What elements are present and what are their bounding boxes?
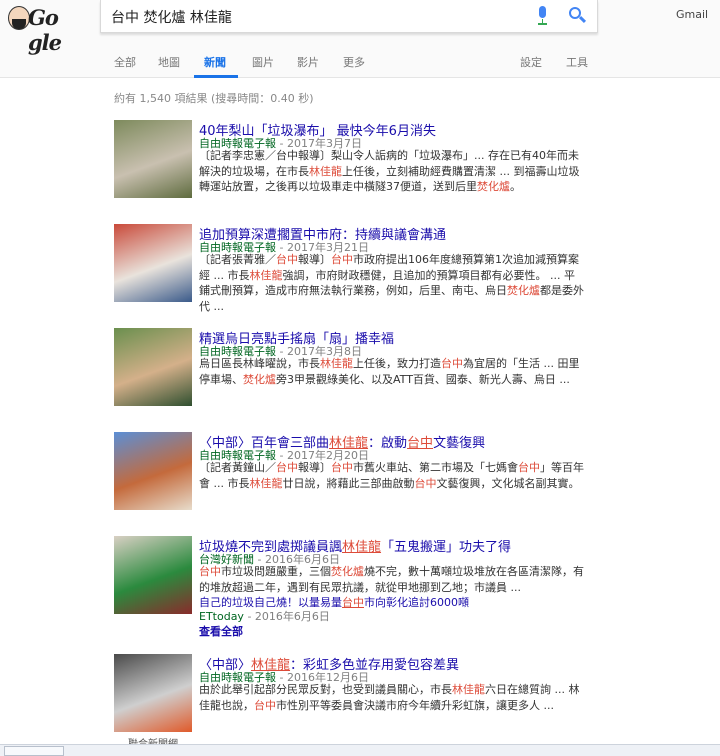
snippet-text: 報導〕 (298, 461, 331, 474)
result-snippet: 由於此舉引起部分民眾反對，也受到議員關心，市長林佳龍六日在總質詢 ... 林佳龍… (199, 682, 584, 713)
snippet-text: 市垃圾問題嚴重，三個 (221, 565, 331, 578)
keyword-highlight: 台中 (342, 596, 364, 609)
snippet-text: 〔記者張菁雅／ (199, 253, 276, 266)
keyword-highlight: 焚化爐 (243, 372, 276, 386)
top-bar: Go gle 台中 焚化爐 林佳龍 Gmail 全部 地圖 新聞 圖片 影片 更… (0, 0, 720, 78)
result-thumbnail[interactable] (114, 536, 192, 614)
tab-more[interactable]: 更多 (343, 54, 365, 70)
keyword-highlight: 林佳龍 (249, 268, 283, 282)
related-article-source: ETtoday - 2016年6月6日 (199, 608, 330, 624)
snippet-text: 市舊火車站、第二市場及「七媽會 (353, 461, 518, 474)
result-snippet: 〔記者李忠憲／台中報導〕梨山令人詬病的「垃圾瀑布」... 存在已有40年而未解決… (199, 148, 584, 195)
search-box[interactable]: 台中 焚化爐 林佳龍 (100, 0, 598, 33)
keyword-highlight: 台中 (276, 461, 298, 474)
google-doodle-logo[interactable]: Go gle (8, 5, 80, 55)
result-snippet: 〔記者張菁雅／台中報導〕台中市政府提出106年度總預算第1次追加減預算案經 ..… (199, 252, 584, 314)
result-snippet: 烏日區長林峰曜說，市長林佳龍上任後，致力打造台中為宜居的「生活 ... 田里停車… (199, 356, 584, 387)
snippet-text: 。 (510, 180, 521, 193)
result-thumbnail[interactable] (114, 328, 192, 406)
result-thumbnail[interactable] (114, 432, 192, 510)
keyword-highlight: 台中 (331, 253, 353, 266)
keyword-highlight: 林佳龍 (249, 476, 283, 490)
snippet-text: 由於此舉引起部分民眾反對，也受到議員關心，市長 (199, 683, 452, 696)
keyword-highlight: 台中 (518, 461, 540, 474)
search-input[interactable]: 台中 焚化爐 林佳龍 (111, 7, 232, 27)
snippet-text: 烏日區長林峰曜說，市長 (199, 357, 320, 370)
tab-tools[interactable]: 工具 (566, 54, 588, 70)
keyword-highlight: 焚化爐 (477, 180, 510, 193)
keyword-highlight: 台中 (414, 476, 437, 490)
snippet-text: 文藝復興，文化城名副其實。 (436, 476, 580, 490)
title-text: 文藝復興 (433, 436, 486, 451)
search-icon[interactable] (569, 7, 587, 24)
keyword-highlight: 台中 (254, 698, 276, 712)
result-thumbnail[interactable] (114, 224, 192, 302)
snippet-text: 市性別平等委員會決議市府今年續升彩虹旗，讓更多人 ... (276, 698, 554, 712)
keyword-highlight: 林佳龍 (342, 540, 382, 555)
see-all-link[interactable]: 查看全部 (199, 623, 243, 639)
tab-maps[interactable]: 地圖 (158, 54, 180, 70)
tab-news[interactable]: 新聞 (204, 54, 226, 70)
tab-all[interactable]: 全部 (114, 54, 136, 70)
snippet-text: 旁3甲景觀綠美化、以及ATT百貨、國泰、新光人壽、烏日 ... (276, 372, 570, 386)
title-text: 「五鬼搬運」功夫了得 (381, 540, 512, 555)
source-name: ETtoday (199, 610, 244, 623)
result-thumbnail[interactable] (114, 654, 192, 732)
keyword-highlight: 台中 (441, 357, 463, 370)
gmail-link[interactable]: Gmail (676, 8, 708, 21)
tab-settings[interactable]: 設定 (520, 54, 542, 70)
keyword-highlight: 林佳龍 (452, 683, 485, 696)
search-tabs: 全部 地圖 新聞 圖片 影片 更多 設定 工具 (0, 47, 720, 78)
result-snippet: 台中市垃圾問題嚴重，三個焚化爐燒不完，數十萬噸垃圾堆放在各區清潔隊，有的堆放超過… (199, 564, 584, 595)
keyword-highlight: 台中 (199, 565, 221, 578)
doodle-face-icon (8, 6, 30, 30)
result-stats: 約有 1,540 項結果 (搜尋時間：0.40 秒) (114, 92, 314, 105)
taskbar-item[interactable] (4, 746, 64, 756)
title-text: ：啟動 (368, 436, 408, 451)
taskbar (0, 744, 720, 756)
result-thumbnail[interactable] (114, 120, 192, 198)
microphone-icon[interactable] (537, 6, 547, 26)
keyword-highlight: 台中 (331, 461, 353, 474)
snippet-text: 報導〕 (298, 253, 331, 266)
keyword-highlight: 台中 (276, 253, 298, 266)
tab-images[interactable]: 圖片 (252, 54, 274, 70)
keyword-highlight: 林佳龍 (320, 357, 353, 370)
keyword-highlight: 林佳龍 (309, 164, 342, 178)
snippet-text: 廿日說，將藉此三部曲啟動 (282, 476, 415, 490)
tab-videos[interactable]: 影片 (297, 54, 319, 70)
snippet-text: 〔記者黃鐘山／ (199, 461, 276, 474)
keyword-highlight: 焚化爐 (507, 284, 540, 297)
keyword-highlight: 台中 (407, 436, 434, 451)
snippet-text: 上任後，致力打造 (353, 357, 441, 370)
active-tab-indicator (194, 75, 238, 78)
title-text: 市向彰化追討6000噸 (364, 596, 469, 609)
result-snippet: 〔記者黃鐘山／台中報導〕台中市舊火車站、第二市場及「七媽會台中」等百年會 ...… (199, 460, 584, 491)
keyword-highlight: 焚化爐 (331, 565, 364, 578)
result-date: - 2016年6月6日 (247, 610, 330, 623)
